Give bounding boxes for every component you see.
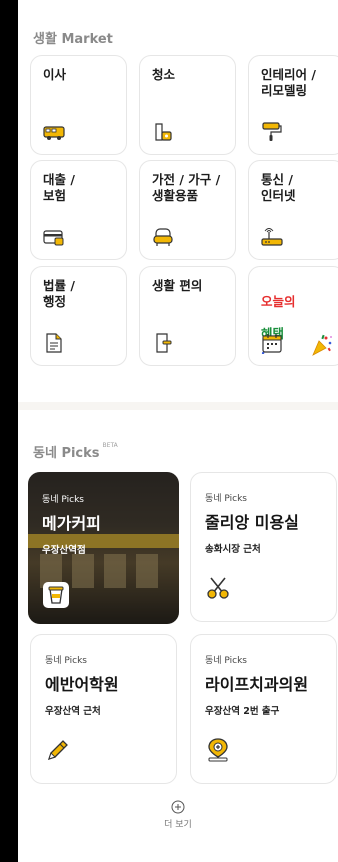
- paint-roller-icon: [262, 122, 282, 141]
- market-card-legal-admin[interactable]: 법률 / 행정: [30, 266, 127, 366]
- pick-kicker: 동네 Picks: [205, 494, 248, 504]
- card-label: 생활 편의: [152, 278, 203, 293]
- beta-badge: BETA: [102, 442, 118, 449]
- pick-kicker: 동네 Picks: [45, 656, 88, 666]
- moving-truck-icon: [43, 126, 65, 140]
- page: 생활 Market 이사 청소 인테리어 / 리모델링 대출 / 보험 가전 /…: [18, 0, 338, 862]
- benefit-line1: 오늘의: [261, 294, 296, 309]
- coffee-cup-icon: [48, 586, 64, 604]
- card-icon: [43, 230, 64, 246]
- pick-name: 줄리앙 미용실: [205, 513, 299, 532]
- window-edge: [0, 0, 18, 862]
- pick-card-julien-salon[interactable]: 동네 Picks 줄리앙 미용실 송화시장 근처: [190, 472, 337, 622]
- picks-title-text: 동네 Picks: [33, 446, 100, 461]
- pick-name: 메가커피: [42, 514, 101, 533]
- door-icon: [156, 333, 172, 353]
- market-card-loan-insurance[interactable]: 대출 / 보험: [30, 160, 127, 260]
- section-divider: [18, 402, 338, 410]
- pick-content: 동네 Picks 메가커피 우장산역점: [42, 492, 101, 556]
- scissors-icon: [207, 577, 229, 599]
- dental-clinic-icon: [208, 738, 228, 762]
- more-button[interactable]: 더 보기: [18, 800, 338, 830]
- coffee-badge: [43, 582, 69, 608]
- card-label: 가전 / 가구 / 생활용품: [152, 172, 221, 203]
- card-label: 인테리어 / 리모델링: [261, 67, 316, 98]
- pick-name: 라이프치과의원: [205, 675, 309, 694]
- pencil-icon: [47, 740, 68, 761]
- more-label: 더 보기: [164, 820, 192, 830]
- card-label: 청소: [152, 67, 176, 82]
- pick-card-evan-academy[interactable]: 동네 Picks 에반어학원 우장산역 근처: [30, 634, 177, 784]
- market-card-telecom-internet[interactable]: 통신 / 인터넷: [248, 160, 338, 260]
- pick-kicker: 동네 Picks: [42, 495, 85, 505]
- pick-location: 우장산역 2번 출구: [205, 706, 280, 717]
- card-label: 법률 / 행정: [43, 278, 75, 309]
- picks-section-title: 동네 PicksBETA: [33, 442, 118, 461]
- cleaning-icon: [155, 123, 172, 141]
- card-label: 통신 / 인터넷: [261, 172, 296, 203]
- pick-location: 송화시장 근처: [205, 544, 261, 555]
- router-icon: [261, 228, 283, 246]
- plus-circle-icon: [171, 800, 185, 814]
- calendar-icon: [262, 334, 282, 353]
- sofa-icon: [153, 228, 173, 246]
- card-label: 대출 / 보험: [43, 172, 75, 203]
- market-section-title: 생활 Market: [33, 32, 113, 47]
- market-card-interior[interactable]: 인테리어 / 리모델링: [248, 55, 338, 155]
- pick-location: 우장산역점: [42, 545, 86, 556]
- market-card-appliance-furniture[interactable]: 가전 / 가구 / 생활용품: [139, 160, 236, 260]
- market-card-today-benefit[interactable]: 오늘의 혜택 !: [248, 266, 338, 366]
- pick-name: 에반어학원: [45, 675, 119, 694]
- party-popper-icon: [312, 334, 332, 356]
- market-card-cleaning[interactable]: 청소: [139, 55, 236, 155]
- market-card-moving[interactable]: 이사: [30, 55, 127, 155]
- pick-kicker: 동네 Picks: [205, 656, 248, 666]
- pick-location: 우장산역 근처: [45, 706, 101, 717]
- document-icon: [46, 333, 62, 353]
- pick-card-mega-coffee[interactable]: 동네 Picks 메가커피 우장산역점: [28, 472, 179, 624]
- pick-card-life-dental[interactable]: 동네 Picks 라이프치과의원 우장산역 2번 출구: [190, 634, 337, 784]
- market-card-convenience[interactable]: 생활 편의: [139, 266, 236, 366]
- card-label: 이사: [43, 67, 67, 82]
